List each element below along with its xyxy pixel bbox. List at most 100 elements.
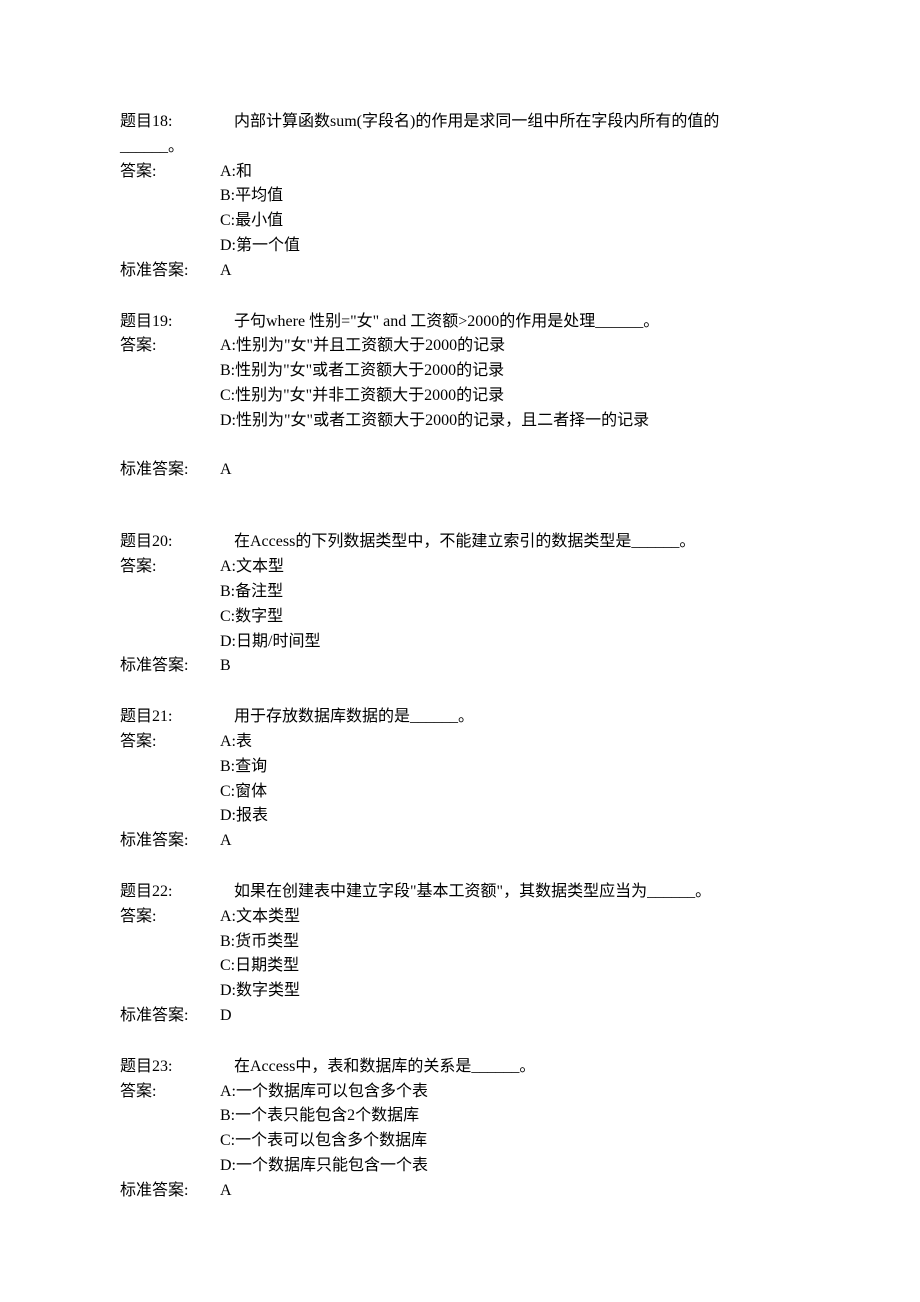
answer-label: 答案: xyxy=(120,555,220,580)
question-text: 内部计算函数sum(字段名)的作用是求同一组中所在字段内所有的值的 xyxy=(220,110,800,135)
option-text: C:一个表可以包含多个数据库 xyxy=(220,1129,800,1154)
option-text: C:窗体 xyxy=(220,780,800,805)
standard-answer-value: A xyxy=(220,829,800,854)
option-text: D:数字类型 xyxy=(220,979,800,1004)
question-number-label: 题目18: xyxy=(120,110,220,135)
option-row: D:第一个值 xyxy=(120,234,800,259)
question-text: 用于存放数据库数据的是______。 xyxy=(220,705,800,730)
option-row: B:性别为"女"或者工资额大于2000的记录 xyxy=(120,359,800,384)
question-number-label: 题目22: xyxy=(120,880,220,905)
question-number-label: 题目20: xyxy=(120,530,220,555)
option-text: D:性别为"女"或者工资额大于2000的记录，且二者择一的记录 xyxy=(220,409,800,434)
option-text: C:数字型 xyxy=(220,605,800,630)
question-text-line2: ______。 xyxy=(120,135,184,160)
question-title-row: 题目23:在Access中，表和数据库的关系是______。 xyxy=(120,1055,800,1080)
option-row: B:货币类型 xyxy=(120,930,800,955)
standard-answer-row: 标准答案:A xyxy=(120,829,800,854)
question-block: 题目22:如果在创建表中建立字段"基本工资额"，其数据类型应当为______。答… xyxy=(120,880,800,1029)
question-block: 题目19:子句where 性别="女" and 工资额>2000的作用是处理__… xyxy=(120,310,800,483)
standard-answer-row: 标准答案:D xyxy=(120,1004,800,1029)
question-title-row: 题目21:用于存放数据库数据的是______。 xyxy=(120,705,800,730)
standard-answer-value: A xyxy=(220,1179,800,1204)
option-text: D:一个数据库只能包含一个表 xyxy=(220,1154,800,1179)
option-row: C:窗体 xyxy=(120,780,800,805)
option-text: D:日期/时间型 xyxy=(220,630,800,655)
option-text: D:第一个值 xyxy=(220,234,800,259)
option-text: B:性别为"女"或者工资额大于2000的记录 xyxy=(220,359,800,384)
option-text: C:最小值 xyxy=(220,209,800,234)
option-row: C:性别为"女"并非工资额大于2000的记录 xyxy=(120,384,800,409)
answer-label: 答案: xyxy=(120,334,220,359)
question-title-row: 题目22:如果在创建表中建立字段"基本工资额"，其数据类型应当为______。 xyxy=(120,880,800,905)
option-text: A:性别为"女"并且工资额大于2000的记录 xyxy=(220,334,800,359)
question-block: 题目18:内部计算函数sum(字段名)的作用是求同一组中所在字段内所有的值的__… xyxy=(120,110,800,284)
standard-answer-label: 标准答案: xyxy=(120,1004,220,1029)
option-row: D:数字类型 xyxy=(120,979,800,1004)
standard-answer-value: A xyxy=(220,259,800,284)
option-text: C:日期类型 xyxy=(220,954,800,979)
question-text-continuation: ______。 xyxy=(120,135,800,160)
standard-answer-label: 标准答案: xyxy=(120,458,220,483)
answer-label: 答案: xyxy=(120,160,220,185)
question-block: 题目20:在Access的下列数据类型中，不能建立索引的数据类型是______。… xyxy=(120,530,800,679)
answer-label: 答案: xyxy=(120,730,220,755)
option-text: C:性别为"女"并非工资额大于2000的记录 xyxy=(220,384,800,409)
document-body: 题目18:内部计算函数sum(字段名)的作用是求同一组中所在字段内所有的值的__… xyxy=(120,110,800,1203)
option-text: A:一个数据库可以包含多个表 xyxy=(220,1080,800,1105)
option-text: A:文本类型 xyxy=(220,905,800,930)
answer-label: 答案: xyxy=(120,1080,220,1105)
standard-answer-value: D xyxy=(220,1004,800,1029)
option-row: 答案:A:文本类型 xyxy=(120,905,800,930)
question-number-label: 题目23: xyxy=(120,1055,220,1080)
option-row: 答案:A:表 xyxy=(120,730,800,755)
question-title-row: 题目20:在Access的下列数据类型中，不能建立索引的数据类型是______。 xyxy=(120,530,800,555)
question-text: 在Access中，表和数据库的关系是______。 xyxy=(220,1055,800,1080)
standard-answer-row: 标准答案:A xyxy=(120,458,800,483)
option-row: 答案:A:文本型 xyxy=(120,555,800,580)
question-title-row: 题目19:子句where 性别="女" and 工资额>2000的作用是处理__… xyxy=(120,310,800,335)
option-text: B:备注型 xyxy=(220,580,800,605)
question-number-label: 题目21: xyxy=(120,705,220,730)
option-text: A:和 xyxy=(220,160,800,185)
option-row: B:一个表只能包含2个数据库 xyxy=(120,1104,800,1129)
standard-answer-label: 标准答案: xyxy=(120,1179,220,1204)
option-row: 答案:A:性别为"女"并且工资额大于2000的记录 xyxy=(120,334,800,359)
standard-answer-value: B xyxy=(220,654,800,679)
option-text: D:报表 xyxy=(220,804,800,829)
standard-answer-value: A xyxy=(220,458,800,483)
option-text: B:平均值 xyxy=(220,184,800,209)
standard-answer-label: 标准答案: xyxy=(120,829,220,854)
option-row: D:日期/时间型 xyxy=(120,630,800,655)
option-row: D:一个数据库只能包含一个表 xyxy=(120,1154,800,1179)
option-row: C:数字型 xyxy=(120,605,800,630)
question-block: 题目21:用于存放数据库数据的是______。答案:A:表B:查询C:窗体D:报… xyxy=(120,705,800,854)
option-row: B:备注型 xyxy=(120,580,800,605)
option-row: D:性别为"女"或者工资额大于2000的记录，且二者择一的记录 xyxy=(120,409,800,434)
question-text: 子句where 性别="女" and 工资额>2000的作用是处理______。 xyxy=(220,310,800,335)
spacer xyxy=(120,434,800,458)
question-text: 如果在创建表中建立字段"基本工资额"，其数据类型应当为______。 xyxy=(220,880,800,905)
standard-answer-label: 标准答案: xyxy=(120,259,220,284)
option-row: B:平均值 xyxy=(120,184,800,209)
standard-answer-row: 标准答案:A xyxy=(120,259,800,284)
standard-answer-row: 标准答案:A xyxy=(120,1179,800,1204)
question-title-row: 题目18:内部计算函数sum(字段名)的作用是求同一组中所在字段内所有的值的 xyxy=(120,110,800,135)
option-text: B:货币类型 xyxy=(220,930,800,955)
option-text: B:一个表只能包含2个数据库 xyxy=(220,1104,800,1129)
option-row: 答案:A:和 xyxy=(120,160,800,185)
option-text: A:文本型 xyxy=(220,555,800,580)
option-row: D:报表 xyxy=(120,804,800,829)
question-text: 在Access的下列数据类型中，不能建立索引的数据类型是______。 xyxy=(220,530,800,555)
option-row: B:查询 xyxy=(120,755,800,780)
question-number-label: 题目19: xyxy=(120,310,220,335)
option-row: C:日期类型 xyxy=(120,954,800,979)
option-text: A:表 xyxy=(220,730,800,755)
standard-answer-label: 标准答案: xyxy=(120,654,220,679)
option-row: C:最小值 xyxy=(120,209,800,234)
option-row: C:一个表可以包含多个数据库 xyxy=(120,1129,800,1154)
answer-label: 答案: xyxy=(120,905,220,930)
option-text: B:查询 xyxy=(220,755,800,780)
question-block: 题目23:在Access中，表和数据库的关系是______。答案:A:一个数据库… xyxy=(120,1055,800,1204)
option-row: 答案:A:一个数据库可以包含多个表 xyxy=(120,1080,800,1105)
standard-answer-row: 标准答案:B xyxy=(120,654,800,679)
